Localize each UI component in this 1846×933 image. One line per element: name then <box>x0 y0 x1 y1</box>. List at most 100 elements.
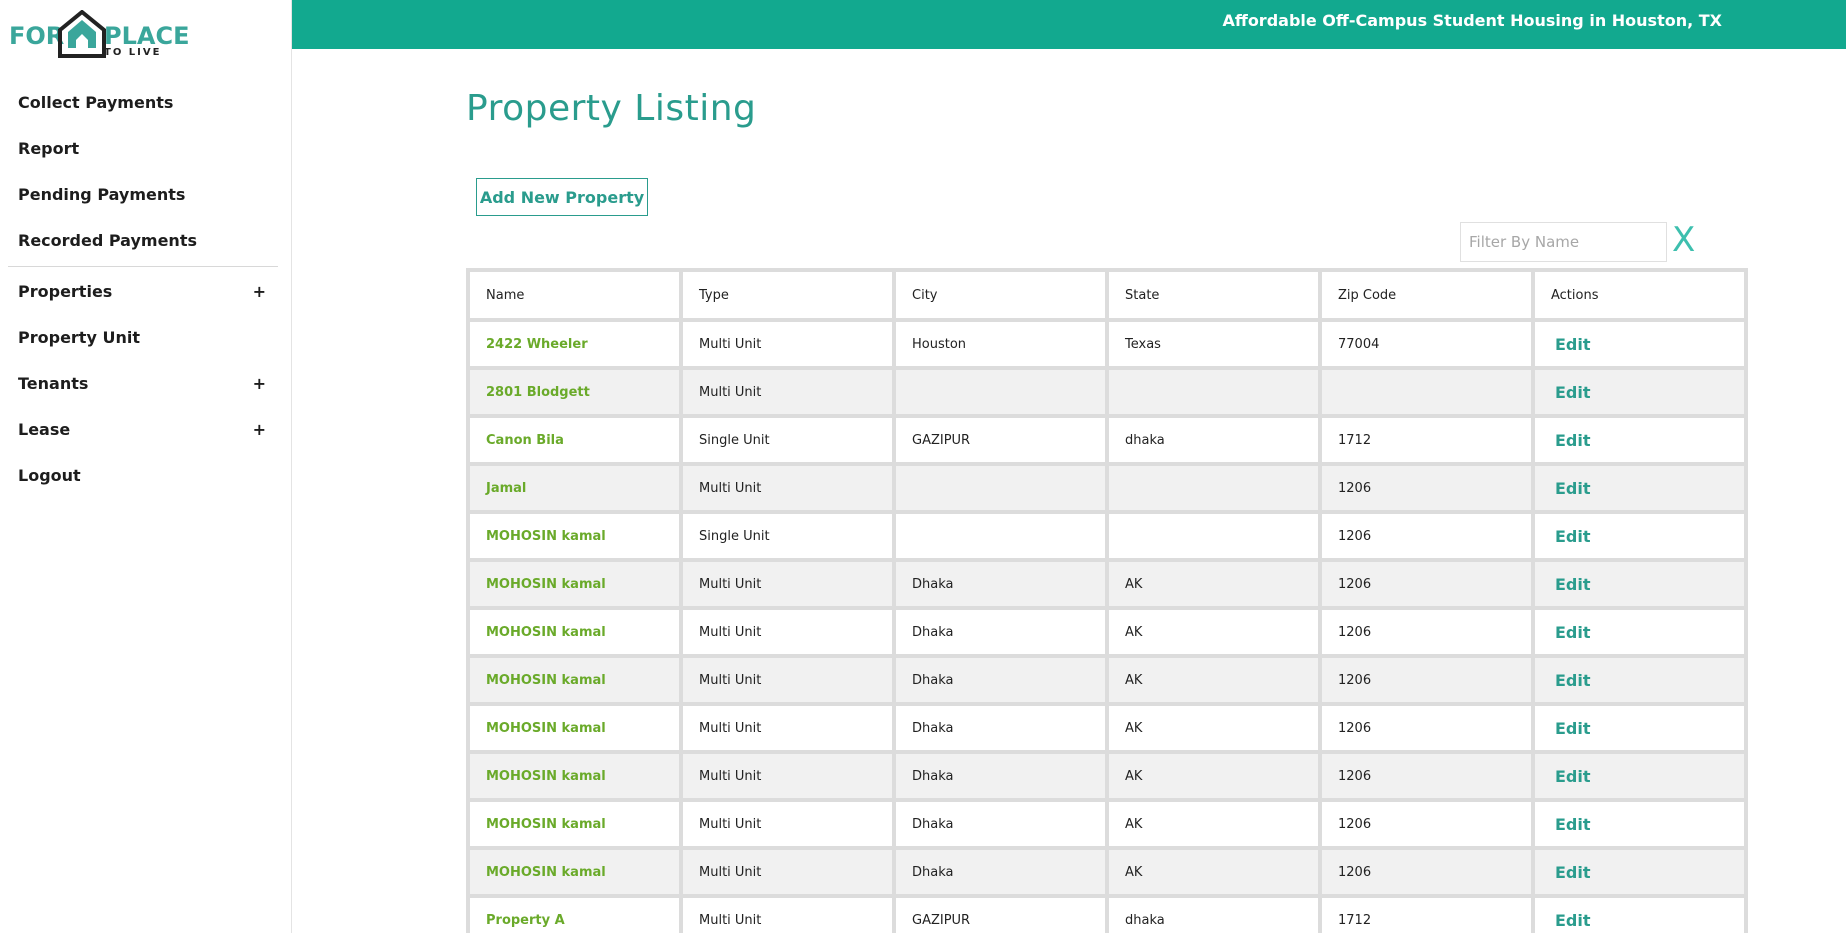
cell-name[interactable]: 2422 Wheeler <box>470 322 679 366</box>
sidebar-item-property-unit[interactable]: Property Unit <box>0 315 292 361</box>
plus-icon[interactable]: + <box>253 407 266 453</box>
cell-city: GAZIPUR <box>896 898 1105 933</box>
cell-city: Dhaka <box>896 562 1105 606</box>
cell-type: Multi Unit <box>683 562 892 606</box>
sidebar-nav: Collect Payments Report Pending Payments… <box>0 80 292 499</box>
edit-button[interactable]: Edit <box>1535 562 1744 606</box>
cell-type: Multi Unit <box>683 370 892 414</box>
cell-name[interactable]: 2801 Blodgett <box>470 370 679 414</box>
sidebar-item-tenants[interactable]: Tenants + <box>0 361 292 407</box>
table-row: MOHOSIN kamal Multi Unit Dhaka AK 1206 Edit <box>470 754 1744 798</box>
edit-button[interactable]: Edit <box>1535 802 1744 846</box>
page-title: Property Listing <box>466 88 757 129</box>
edit-button[interactable]: Edit <box>1535 370 1744 414</box>
cell-state: Texas <box>1109 322 1318 366</box>
table-row: MOHOSIN kamal Multi Unit Dhaka AK 1206 Edit <box>470 802 1744 846</box>
cell-name[interactable]: Property A <box>470 898 679 933</box>
edit-button[interactable]: Edit <box>1535 322 1744 366</box>
sidebar-item-label: Tenants <box>18 374 89 393</box>
cell-type: Multi Unit <box>683 322 892 366</box>
column-header-zip-code[interactable]: Zip Code <box>1322 272 1531 318</box>
cell-name[interactable]: Jamal <box>470 466 679 510</box>
plus-icon[interactable]: + <box>253 269 266 315</box>
sidebar-item-collect-payments[interactable]: Collect Payments <box>0 80 292 126</box>
cell-name[interactable]: MOHOSIN kamal <box>470 706 679 750</box>
edit-button[interactable]: Edit <box>1535 754 1744 798</box>
cell-city: Dhaka <box>896 706 1105 750</box>
column-header-type[interactable]: Type <box>683 272 892 318</box>
cell-name[interactable]: MOHOSIN kamal <box>470 850 679 894</box>
cell-name[interactable]: MOHOSIN kamal <box>470 658 679 702</box>
sidebar-item-label: Property Unit <box>18 328 140 347</box>
cell-name[interactable]: Canon Bila <box>470 418 679 462</box>
cell-zip-code: 1206 <box>1322 610 1531 654</box>
cell-name[interactable]: MOHOSIN kamal <box>470 754 679 798</box>
edit-button[interactable]: Edit <box>1535 658 1744 702</box>
table-row: Canon Bila Single Unit GAZIPUR dhaka 1712 Edi… <box>470 418 1744 462</box>
sidebar-item-pending-payments[interactable]: Pending Payments <box>0 172 292 218</box>
sidebar-item-label: Lease <box>18 420 71 439</box>
house-icon <box>56 9 108 62</box>
cell-name[interactable]: MOHOSIN kamal <box>470 802 679 846</box>
cell-zip-code: 1206 <box>1322 658 1531 702</box>
cell-type: Multi Unit <box>683 754 892 798</box>
edit-button[interactable]: Edit <box>1535 706 1744 750</box>
edit-button[interactable]: Edit <box>1535 418 1744 462</box>
table-row: 2801 Blodgett Multi Unit Edit <box>470 370 1744 414</box>
edit-button[interactable]: Edit <box>1535 850 1744 894</box>
edit-button[interactable]: Edit <box>1535 466 1744 510</box>
cell-type: Multi Unit <box>683 466 892 510</box>
sidebar-item-label: Recorded Payments <box>18 231 197 250</box>
table-row: MOHOSIN kamal Multi Unit Dhaka AK 1206 Edit <box>470 610 1744 654</box>
column-header-city[interactable]: City <box>896 272 1105 318</box>
clear-filter-icon[interactable]: X <box>1672 218 1695 262</box>
sidebar-item-report[interactable]: Report <box>0 126 292 172</box>
sidebar-item-label: Report <box>18 139 80 158</box>
sidebar-item-logout[interactable]: Logout <box>0 453 292 499</box>
edit-button[interactable]: Edit <box>1535 514 1744 558</box>
logo-word-tolive: TO LIVE <box>104 47 162 58</box>
property-table: Name Type City State Zip Code Actions 24… <box>466 268 1748 933</box>
site-tagline: Affordable Off-Campus Student Housing in… <box>1222 11 1722 30</box>
cell-city: Dhaka <box>896 850 1105 894</box>
cell-state: AK <box>1109 610 1318 654</box>
cell-name[interactable]: MOHOSIN kamal <box>470 514 679 558</box>
edit-button[interactable]: Edit <box>1535 898 1744 933</box>
table-row: Jamal Multi Unit 1206 Edit <box>470 466 1744 510</box>
sidebar-item-lease[interactable]: Lease + <box>0 407 292 453</box>
cell-type: Multi Unit <box>683 658 892 702</box>
sidebar-divider <box>8 266 278 267</box>
cell-zip-code: 1206 <box>1322 850 1531 894</box>
cell-state <box>1109 466 1318 510</box>
table-row: Property A Multi Unit GAZIPUR dhaka 1712 Edit <box>470 898 1744 933</box>
cell-zip-code: 1712 <box>1322 898 1531 933</box>
cell-zip-code: 1712 <box>1322 418 1531 462</box>
cell-type: Multi Unit <box>683 850 892 894</box>
cell-type: Multi Unit <box>683 898 892 933</box>
cell-city: Houston <box>896 322 1105 366</box>
brand-logo[interactable]: FOR PLACE TO LIVE <box>8 9 189 62</box>
filter-by-name-input[interactable] <box>1460 222 1667 262</box>
cell-state: AK <box>1109 658 1318 702</box>
sidebar-item-recorded-payments[interactable]: Recorded Payments <box>0 218 292 264</box>
add-new-property-button[interactable]: Add New Property <box>476 178 648 216</box>
cell-zip-code: 1206 <box>1322 466 1531 510</box>
cell-city: Dhaka <box>896 802 1105 846</box>
logo-word-place: PLACE <box>104 22 190 50</box>
cell-zip-code: 77004 <box>1322 322 1531 366</box>
cell-name[interactable]: MOHOSIN kamal <box>470 610 679 654</box>
cell-zip-code <box>1322 370 1531 414</box>
cell-zip-code: 1206 <box>1322 706 1531 750</box>
cell-state: AK <box>1109 850 1318 894</box>
cell-name[interactable]: MOHOSIN kamal <box>470 562 679 606</box>
plus-icon[interactable]: + <box>253 361 266 407</box>
sidebar-item-properties[interactable]: Properties + <box>0 269 292 315</box>
cell-type: Multi Unit <box>683 706 892 750</box>
column-header-state[interactable]: State <box>1109 272 1318 318</box>
cell-state <box>1109 370 1318 414</box>
edit-button[interactable]: Edit <box>1535 610 1744 654</box>
cell-state: AK <box>1109 562 1318 606</box>
column-header-name[interactable]: Name <box>470 272 679 318</box>
table-header-row: Name Type City State Zip Code Actions <box>470 272 1744 318</box>
cell-state <box>1109 514 1318 558</box>
